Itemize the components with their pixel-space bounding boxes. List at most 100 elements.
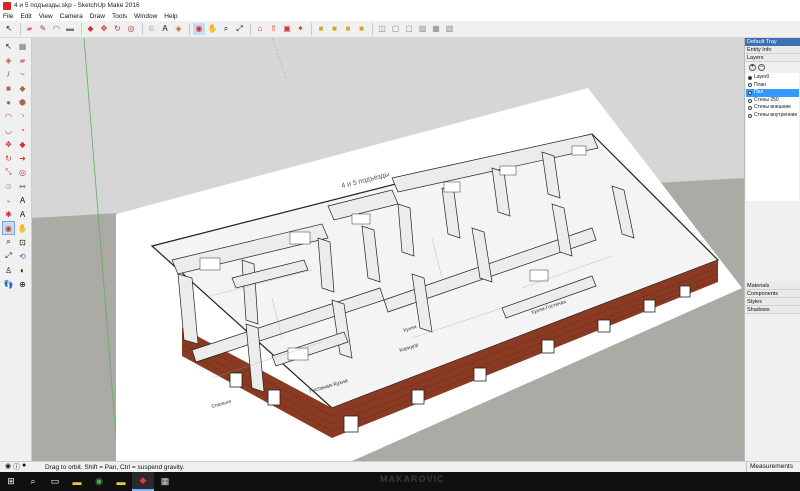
- text-icon[interactable]: A: [17, 194, 28, 206]
- move-icon[interactable]: ✥: [3, 138, 14, 150]
- menu-tools[interactable]: Tools: [112, 13, 127, 20]
- layers-section[interactable]: Layers: [745, 54, 800, 62]
- polygon-icon[interactable]: ⬢: [17, 96, 28, 108]
- credits-icon[interactable]: ⓘ: [13, 462, 20, 472]
- layer-item[interactable]: Стены внутренние: [746, 112, 799, 120]
- freehand-icon[interactable]: ~: [17, 68, 28, 80]
- layer-radio-icon[interactable]: [748, 90, 752, 95]
- offset-icon[interactable]: ◎: [17, 166, 28, 178]
- 3d-viewport[interactable]: 4 и 5 подъезды Гостиная-Кухня Спальня Ку…: [32, 38, 744, 461]
- sketchup-taskbar-icon[interactable]: ◆: [132, 472, 154, 491]
- extension-warehouse-icon[interactable]: ✦: [295, 23, 307, 35]
- warehouse-icon[interactable]: ⌂: [254, 23, 266, 35]
- menu-file[interactable]: File: [3, 13, 13, 20]
- start-button-icon[interactable]: ⊞: [0, 472, 22, 491]
- section-plane-icon[interactable]: ⊕: [17, 278, 28, 290]
- task-view-icon[interactable]: ▭: [44, 472, 66, 491]
- push-pull-tool-icon[interactable]: ◆: [85, 23, 97, 35]
- zoom-icon[interactable]: ⌕: [3, 236, 14, 248]
- protractor-icon[interactable]: ◒: [3, 194, 14, 206]
- shaded-style-icon[interactable]: ▨: [417, 23, 429, 35]
- top-view-icon[interactable]: ■: [329, 23, 341, 35]
- menu-draw[interactable]: Draw: [90, 13, 105, 20]
- layer-item[interactable]: Стены внешние: [746, 104, 799, 112]
- look-around-icon[interactable]: ◐: [17, 264, 28, 276]
- pan-icon[interactable]: ✋: [17, 222, 28, 234]
- components-icon[interactable]: ▣: [281, 23, 293, 35]
- rotate-tool-icon[interactable]: ↻: [112, 23, 124, 35]
- entity-info-section[interactable]: Entity Info: [745, 46, 800, 54]
- zoom-extents-tool-icon[interactable]: ⤢: [234, 23, 246, 35]
- layer-item[interactable]: План: [746, 82, 799, 90]
- three-point-arc-icon[interactable]: ◡: [3, 124, 14, 136]
- components-section[interactable]: Components: [745, 290, 800, 298]
- zoom-extents-icon[interactable]: ⤢: [3, 250, 14, 262]
- right-view-icon[interactable]: ■: [356, 23, 368, 35]
- line-tool-icon[interactable]: ✎: [37, 23, 49, 35]
- search-icon[interactable]: ⌕: [22, 472, 44, 491]
- walk-icon[interactable]: 👣: [3, 278, 14, 290]
- materials-section[interactable]: Materials: [745, 282, 800, 290]
- calculator-icon[interactable]: ▦: [154, 472, 176, 491]
- arc-tool-icon[interactable]: ◠: [51, 23, 63, 35]
- paint-icon[interactable]: ◈: [3, 54, 14, 66]
- eraser-tool-icon[interactable]: ▰: [24, 23, 36, 35]
- wireframe-style-icon[interactable]: ▢: [390, 23, 402, 35]
- rotate-icon[interactable]: ↻: [3, 152, 14, 164]
- line-icon[interactable]: /: [3, 68, 14, 80]
- offset-tool-icon[interactable]: ◎: [125, 23, 137, 35]
- geo-location-icon[interactable]: ◉: [5, 462, 11, 472]
- paint-bucket-tool-icon[interactable]: ◈: [173, 23, 185, 35]
- explorer-icon[interactable]: ▬: [66, 472, 88, 491]
- move-tool-icon[interactable]: ✥: [98, 23, 110, 35]
- add-layer-icon[interactable]: +: [749, 64, 756, 71]
- push-pull-icon[interactable]: ◆: [17, 138, 28, 150]
- circle-icon[interactable]: ●: [3, 96, 14, 108]
- active-layer-radio-icon[interactable]: [748, 75, 752, 80]
- xray-style-icon[interactable]: ◫: [376, 23, 388, 35]
- menu-help[interactable]: Help: [164, 13, 177, 20]
- layer-item[interactable]: Стены 250: [746, 97, 799, 105]
- iso-view-icon[interactable]: ■: [315, 23, 327, 35]
- menu-camera[interactable]: Camera: [60, 13, 83, 20]
- rectangle-tool-icon[interactable]: ▬: [64, 23, 76, 35]
- layer-item[interactable]: Layer0: [746, 74, 799, 82]
- monochrome-style-icon[interactable]: ▧: [444, 23, 456, 35]
- dimension-icon[interactable]: ⇿: [17, 180, 28, 192]
- tape-measure-icon[interactable]: ⊙: [3, 180, 14, 192]
- make-component-icon[interactable]: ▦: [17, 40, 28, 52]
- menu-window[interactable]: Window: [134, 13, 157, 20]
- select-icon[interactable]: ↖: [3, 40, 14, 52]
- arc-icon[interactable]: ◠: [3, 110, 14, 122]
- two-point-arc-icon[interactable]: ◝: [17, 110, 28, 122]
- position-camera-icon[interactable]: ♙: [3, 264, 14, 276]
- rectangle-icon[interactable]: ■: [3, 82, 14, 94]
- share-model-icon[interactable]: ⇪: [268, 23, 280, 35]
- user-icon[interactable]: ●: [22, 462, 26, 472]
- layer-item-selected[interactable]: Пол: [746, 89, 799, 97]
- chrome-icon[interactable]: ◉: [88, 472, 110, 491]
- eraser-icon[interactable]: ▰: [17, 54, 28, 66]
- layer-radio-icon[interactable]: [748, 98, 752, 103]
- zoom-window-icon[interactable]: ⊡: [17, 236, 28, 248]
- model-canvas[interactable]: 4 и 5 подъезды Гостиная-Кухня Спальня Ку…: [32, 38, 744, 461]
- rotated-rectangle-icon[interactable]: ◆: [17, 82, 28, 94]
- shadows-section[interactable]: Shadows: [745, 306, 800, 314]
- pan-tool-icon[interactable]: ✋: [207, 23, 219, 35]
- axes-icon[interactable]: ✱: [3, 208, 14, 220]
- front-view-icon[interactable]: ■: [342, 23, 354, 35]
- layer-radio-icon[interactable]: [748, 113, 752, 118]
- zoom-tool-icon[interactable]: ⌕: [220, 23, 232, 35]
- text-tool-icon[interactable]: A: [159, 23, 171, 35]
- explorer-icon[interactable]: ▬: [110, 472, 132, 491]
- styles-section[interactable]: Styles: [745, 298, 800, 306]
- previous-view-icon[interactable]: ⟲: [17, 250, 28, 262]
- layer-radio-icon[interactable]: [748, 106, 752, 111]
- orbit-tool-icon[interactable]: ◉: [193, 23, 205, 35]
- tape-measure-tool-icon[interactable]: ⊙: [146, 23, 158, 35]
- follow-me-icon[interactable]: ➜: [17, 152, 28, 164]
- scale-icon[interactable]: ⤡: [3, 166, 14, 178]
- menu-view[interactable]: View: [39, 13, 53, 20]
- 3d-text-icon[interactable]: A: [17, 208, 28, 220]
- layer-radio-icon[interactable]: [748, 83, 752, 88]
